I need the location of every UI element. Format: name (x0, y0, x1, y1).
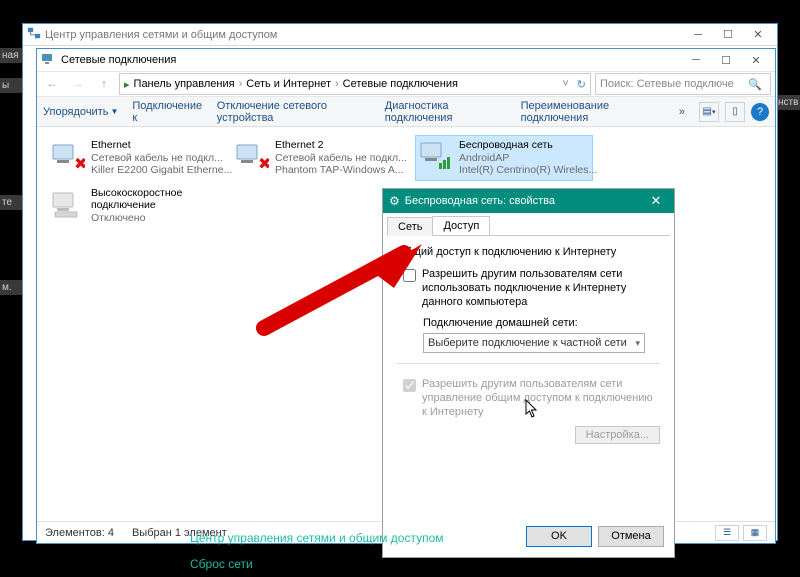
connection-item-ethernet[interactable]: ✖ Ethernet Сетевой кабель не подкл... Ki… (47, 135, 225, 181)
connection-device: Killer E2200 Gigabit Etherne... (91, 164, 232, 177)
view-dropdown[interactable]: ▤▾ (699, 102, 719, 122)
broadband-icon (51, 187, 85, 221)
bg-fragment: те (0, 195, 22, 210)
outer-titlebar[interactable]: Центр управления сетями и общим доступом… (23, 24, 777, 46)
close-button[interactable]: ✕ (743, 26, 773, 44)
search-icon: 🔍 (748, 78, 762, 91)
outer-title: Центр управления сетями и общим доступом (45, 29, 683, 41)
view-large-button[interactable]: ▦ (743, 525, 767, 541)
breadcrumb-part[interactable]: Сетевые подключения (343, 78, 458, 90)
command-bar: Упорядочить▼ Подключение к Отключение се… (37, 97, 775, 127)
allow-control-checkbox (403, 379, 416, 392)
breadcrumb-part[interactable]: Панель управления (134, 78, 235, 90)
link-network-sharing-center[interactable]: Центр управления сетями и общим доступом (190, 531, 444, 545)
settings-button: Настройка... (575, 426, 660, 444)
connection-status: Отключено (91, 212, 221, 225)
connection-device: Intel(R) Centrino(R) Wireles... (459, 164, 597, 177)
properties-title: Беспроводная сеть: свойства (405, 195, 644, 207)
allow-control-label: Разрешить другим пользователям сети упра… (422, 378, 660, 419)
divider (397, 363, 660, 364)
forward-button[interactable]: → (67, 73, 89, 95)
home-connection-label: Подключение домашней сети: (423, 317, 660, 329)
search-input[interactable]: Поиск: Сетевые подключе 🔍 (595, 73, 771, 95)
home-connection-group: Подключение домашней сети: Выберите подк… (423, 317, 660, 353)
rename-button[interactable]: Переименование подключения (521, 100, 665, 124)
ethernet-icon: ✖ (235, 139, 269, 173)
address-bar[interactable]: ▸ Панель управления › Сеть и Интернет › … (119, 73, 591, 95)
connection-name: Ethernet (91, 139, 232, 152)
help-button[interactable]: ? (751, 103, 769, 121)
connection-item-ethernet2[interactable]: ✖ Ethernet 2 Сетевой кабель не подкл... … (231, 135, 409, 181)
connection-device: Phantom TAP-Windows A... (275, 164, 407, 177)
bg-fragment: м. (0, 280, 22, 295)
wireless-icon (419, 139, 453, 173)
maximize-button[interactable]: ☐ (711, 51, 741, 69)
ok-button[interactable]: OK (526, 526, 592, 547)
bg-fragment: ы (0, 78, 22, 93)
minimize-button[interactable]: ─ (683, 26, 713, 44)
minimize-button[interactable]: ─ (681, 51, 711, 69)
explorer-title: Сетевые подключения (61, 54, 681, 66)
connection-name: Высокоскоростное подключение (91, 187, 221, 212)
refresh-icon[interactable]: ↻ (577, 78, 586, 91)
up-button[interactable]: ↑ (93, 73, 115, 95)
more-commands[interactable]: » (679, 106, 685, 118)
maximize-button[interactable]: ☐ (713, 26, 743, 44)
diagnose-button[interactable]: Диагностика подключения (385, 100, 507, 124)
connection-name: Беспроводная сеть (459, 139, 597, 152)
connection-name: Ethernet 2 (275, 139, 407, 152)
home-connection-select[interactable]: Выберите подключение к частной сети ▾ (423, 333, 645, 353)
organize-menu[interactable]: Упорядочить▼ (43, 106, 118, 118)
bg-fragment: нств (776, 95, 800, 110)
preview-pane-button[interactable]: ▯ (725, 102, 745, 122)
allow-other-users-label: Разрешить другим пользователям сети испо… (422, 268, 660, 309)
explorer-titlebar[interactable]: Сетевые подключения ─ ☐ ✕ (37, 49, 775, 71)
sharing-tab-body: Общий доступ к подключению к Интернету Р… (387, 235, 670, 517)
connect-to-button[interactable]: Подключение к (132, 100, 202, 124)
connection-item-broadband[interactable]: Высокоскоростное подключение Отключено (47, 183, 225, 229)
tab-strip: Сеть Доступ (383, 213, 674, 235)
search-placeholder: Поиск: Сетевые подключе (600, 78, 748, 90)
close-button[interactable]: ✕ (644, 193, 668, 209)
connection-status: Сетевой кабель не подкл... (275, 152, 407, 165)
breadcrumb-part[interactable]: Сеть и Интернет (246, 78, 331, 90)
cancel-button[interactable]: Отмена (598, 526, 664, 547)
network-icon: ⚙ (389, 194, 400, 208)
properties-titlebar[interactable]: ⚙ Беспроводная сеть: свойства ✕ (383, 189, 674, 213)
status-count: Элементов: 4 (45, 527, 114, 539)
cursor-icon (525, 399, 539, 419)
ics-section-title: Общий доступ к подключению к Интернету (397, 246, 660, 258)
breadcrumb-sep: › (239, 78, 243, 90)
connection-status: Сетевой кабель не подкл... (91, 152, 232, 165)
breadcrumb-sep: › (335, 78, 339, 90)
wireless-properties-dialog: ⚙ Беспроводная сеть: свойства ✕ Сеть Дос… (382, 188, 675, 558)
home-connection-value: Выберите подключение к частной сети (428, 337, 627, 349)
back-button[interactable]: ← (41, 73, 63, 95)
tab-sharing[interactable]: Доступ (432, 216, 490, 235)
dropdown-icon[interactable]: ˅ (562, 78, 568, 90)
chevron-down-icon: ▾ (635, 338, 640, 349)
svg-text:✖: ✖ (258, 156, 269, 173)
link-network-reset[interactable]: Сброс сети (190, 557, 444, 571)
address-bar-row: ← → ↑ ▸ Панель управления › Сеть и Интер… (37, 71, 775, 97)
tab-network[interactable]: Сеть (387, 217, 433, 236)
network-connections-icon (41, 51, 57, 70)
connection-status: AndroidAP (459, 152, 597, 165)
disable-device-button[interactable]: Отключение сетевого устройства (217, 100, 371, 124)
close-button[interactable]: ✕ (741, 51, 771, 69)
allow-other-users-checkbox[interactable] (403, 269, 416, 282)
view-details-button[interactable]: ☰ (715, 525, 739, 541)
connection-item-wireless[interactable]: Беспроводная сеть AndroidAP Intel(R) Cen… (415, 135, 593, 181)
ethernet-icon: ✖ (51, 139, 85, 173)
network-icon (27, 26, 41, 43)
bg-fragment: ная (0, 48, 22, 63)
svg-text:✖: ✖ (74, 156, 85, 173)
bottom-links: Центр управления сетями и общим доступом… (190, 531, 444, 571)
allow-other-users-row: Разрешить другим пользователям сети испо… (403, 268, 660, 309)
control-panel-icon: ▸ (124, 78, 130, 91)
